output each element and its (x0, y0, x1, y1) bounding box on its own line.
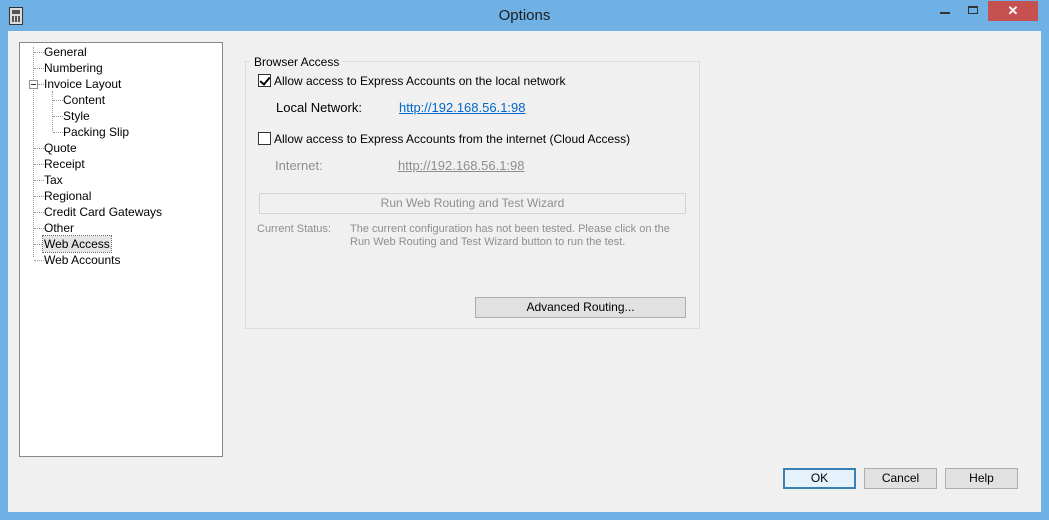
tree-connector (52, 91, 53, 131)
local-network-label: Local Network: (276, 100, 362, 115)
tree-connector (53, 132, 63, 133)
tree-connector (34, 212, 44, 213)
tree-connector (34, 180, 44, 181)
tree-item-other[interactable]: Other (44, 220, 74, 236)
tree-connector (34, 260, 44, 261)
internet-label: Internet: (275, 158, 323, 173)
current-status-text: The current configuration has not been t… (350, 223, 670, 248)
dialog-client-area: General Numbering Invoice Layout Content… (8, 31, 1041, 512)
tree-item-web-accounts[interactable]: Web Accounts (44, 252, 121, 268)
tree-item-packing-slip[interactable]: Packing Slip (63, 124, 129, 140)
minimize-icon (940, 12, 950, 14)
maximize-icon (968, 6, 978, 14)
tree-item-numbering[interactable]: Numbering (44, 60, 103, 76)
tree-item-tax[interactable]: Tax (44, 172, 63, 188)
tree-connector (34, 52, 44, 53)
tree-item-web-access[interactable]: Web Access (42, 235, 112, 253)
title-bar[interactable]: Options ✕ (0, 0, 1049, 32)
local-network-url-link[interactable]: http://192.168.56.1:98 (399, 100, 526, 115)
maximize-button[interactable] (960, 0, 987, 22)
help-button[interactable]: Help (945, 468, 1018, 489)
tree-connector (53, 100, 63, 101)
tree-item-general[interactable]: General (44, 44, 87, 60)
tree-item-style[interactable]: Style (63, 108, 90, 124)
window-title: Options (498, 7, 551, 24)
close-button[interactable]: ✕ (988, 1, 1038, 21)
options-tree[interactable]: General Numbering Invoice Layout Content… (19, 42, 223, 457)
local-network-checkbox[interactable] (258, 74, 271, 87)
options-window: Options ✕ General Numbering Invoice Layo… (0, 0, 1049, 520)
internet-checkbox-label[interactable]: Allow access to Express Accounts from th… (274, 132, 630, 146)
tree-connector (53, 116, 63, 117)
collapse-icon[interactable] (29, 80, 38, 89)
tree-item-receipt[interactable]: Receipt (44, 156, 85, 172)
browser-access-group-label: Browser Access (250, 55, 344, 69)
run-web-routing-wizard-button[interactable]: Run Web Routing and Test Wizard (259, 193, 686, 214)
tree-item-quote[interactable]: Quote (44, 140, 77, 156)
current-status-label: Current Status: (257, 223, 331, 235)
tree-connector (34, 148, 44, 149)
close-icon: ✕ (1007, 3, 1019, 18)
ok-button[interactable]: OK (783, 468, 856, 489)
tree-item-regional[interactable]: Regional (44, 188, 91, 204)
internet-checkbox[interactable] (258, 132, 271, 145)
tree-connector (34, 164, 44, 165)
internet-url-link: http://192.168.56.1:98 (398, 158, 525, 173)
local-network-checkbox-label[interactable]: Allow access to Express Accounts on the … (274, 74, 565, 88)
advanced-routing-button[interactable]: Advanced Routing... (475, 297, 686, 318)
tree-connector (34, 68, 44, 69)
tree-item-invoice-layout[interactable]: Invoice Layout (44, 76, 121, 92)
tree-item-content[interactable]: Content (63, 92, 105, 108)
minimize-button[interactable] (932, 0, 960, 22)
tree-item-credit-card-gateways[interactable]: Credit Card Gateways (44, 204, 162, 220)
tree-connector (34, 196, 44, 197)
cancel-button[interactable]: Cancel (864, 468, 937, 489)
tree-connector (33, 47, 34, 257)
tree-connector (34, 228, 44, 229)
